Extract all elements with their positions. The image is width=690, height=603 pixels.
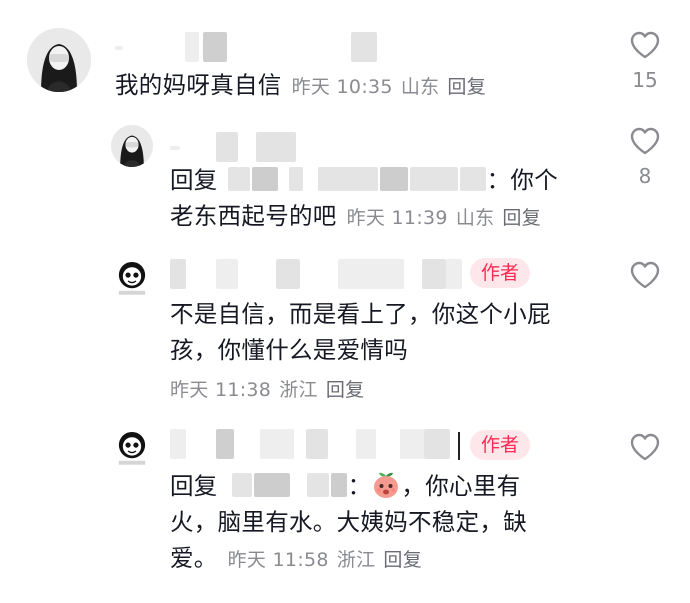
comment-location: 浙江: [336, 549, 376, 571]
comment-location: 浙江: [279, 379, 318, 401]
reply-button[interactable]: 回复: [326, 379, 365, 401]
comment-location: 山东: [400, 76, 440, 98]
like-count: 8: [638, 164, 652, 188]
comment-body: 不是自信，而是看上了，你这个小屁 孩，你懂什么是爱情吗 昨天 11:38 浙江 回复: [170, 296, 610, 408]
heart-outline-icon: [630, 31, 660, 59]
comment-body: 回复： ，你心里有 火，脑里有水。大姨妈不稳定，缺 爱。 昨天 11:58 浙江 回复: [170, 468, 610, 578]
like-button[interactable]: [620, 260, 670, 290]
reply-prefix: 回复: [170, 166, 218, 194]
masked-username[interactable]: [170, 429, 460, 459]
comment-item: 回复 ：你个 老东西起号的吧 昨天 11:39 山东 回复 8: [0, 110, 690, 250]
comment-meta: 昨天 11:39 山东 回复: [347, 207, 549, 229]
heart-outline-icon: [630, 127, 660, 155]
avatar[interactable]: [111, 428, 153, 470]
author-badge: 作者: [470, 258, 531, 288]
comment-body: 我的妈呀真自信 昨天 10:35 山东 回复: [115, 67, 615, 105]
comment-line: 孩，你懂什么是爱情吗: [170, 336, 408, 364]
comment-line: 不是自信，而是看上了，你这个小屁: [170, 300, 551, 328]
comment-line: 回复 ：你个: [170, 162, 610, 198]
author-badge: 作者: [470, 430, 531, 460]
like-button[interactable]: [620, 432, 670, 462]
comment-body: 回复 ：你个 老东西起号的吧 昨天 11:39 山东 回复: [170, 162, 610, 236]
comment-meta: 昨天 11:58 浙江 回复: [228, 549, 430, 571]
comment-text: ：你个: [486, 166, 559, 194]
comment-meta: 昨天 11:38 浙江 回复: [170, 372, 610, 408]
comment-time: 昨天 11:38: [170, 379, 272, 401]
reply-button[interactable]: 回复: [383, 549, 422, 571]
reply-button[interactable]: 回复: [447, 76, 486, 98]
comment-line: 回复： ，你心里有: [170, 472, 521, 500]
masked-username[interactable]: [170, 132, 330, 162]
comment-item: 作者 不是自信，而是看上了，你这个小屁 孩，你懂什么是爱情吗 昨天 11:38 浙…: [0, 250, 690, 420]
reply-button[interactable]: 回复: [502, 207, 541, 229]
peach-emoji-icon: [374, 472, 399, 498]
comment-time: 昨天 10:35: [291, 76, 393, 98]
comment-line: 火，脑里有水。大姨妈不稳定，缺: [170, 508, 527, 536]
comment-location: 山东: [455, 207, 495, 229]
comment-item: 我的妈呀真自信 昨天 10:35 山东 回复 15: [0, 0, 690, 110]
like-count: 15: [632, 68, 658, 92]
heart-outline-icon: [630, 433, 660, 461]
comment-text: ，你心里有: [401, 472, 521, 500]
avatar[interactable]: [111, 125, 153, 167]
comment-text: 我的妈呀真自信: [115, 71, 282, 99]
reply-prefix: 回复: [170, 472, 218, 500]
heart-outline-icon: [630, 261, 660, 289]
comment-text: 老东西起号的吧: [170, 202, 337, 230]
comment-time: 昨天 11:39: [346, 207, 448, 229]
masked-username[interactable]: [115, 32, 377, 62]
text-cursor: [458, 432, 460, 460]
comment-text: 爱。: [170, 544, 218, 572]
avatar[interactable]: [111, 258, 153, 300]
comment-item: 作者 回复： ，你心里有 火，脑里有水。大姨妈不稳定，缺 爱。 昨天 11:58 浙…: [0, 420, 690, 603]
comment-list: 我的妈呀真自信 昨天 10:35 山东 回复 15 回复 ：你个 老东西起号的吧…: [0, 0, 690, 603]
avatar[interactable]: [27, 28, 91, 92]
like-button[interactable]: 15: [620, 30, 670, 92]
comment-time: 昨天 11:58: [227, 549, 329, 571]
like-button[interactable]: 8: [620, 126, 670, 188]
comment-line: 老东西起号的吧 昨天 11:39 山东 回复: [170, 198, 610, 236]
comment-line: 爱。 昨天 11:58 浙江 回复: [170, 540, 610, 578]
comment-meta: 昨天 10:35 山东 回复: [292, 76, 494, 98]
